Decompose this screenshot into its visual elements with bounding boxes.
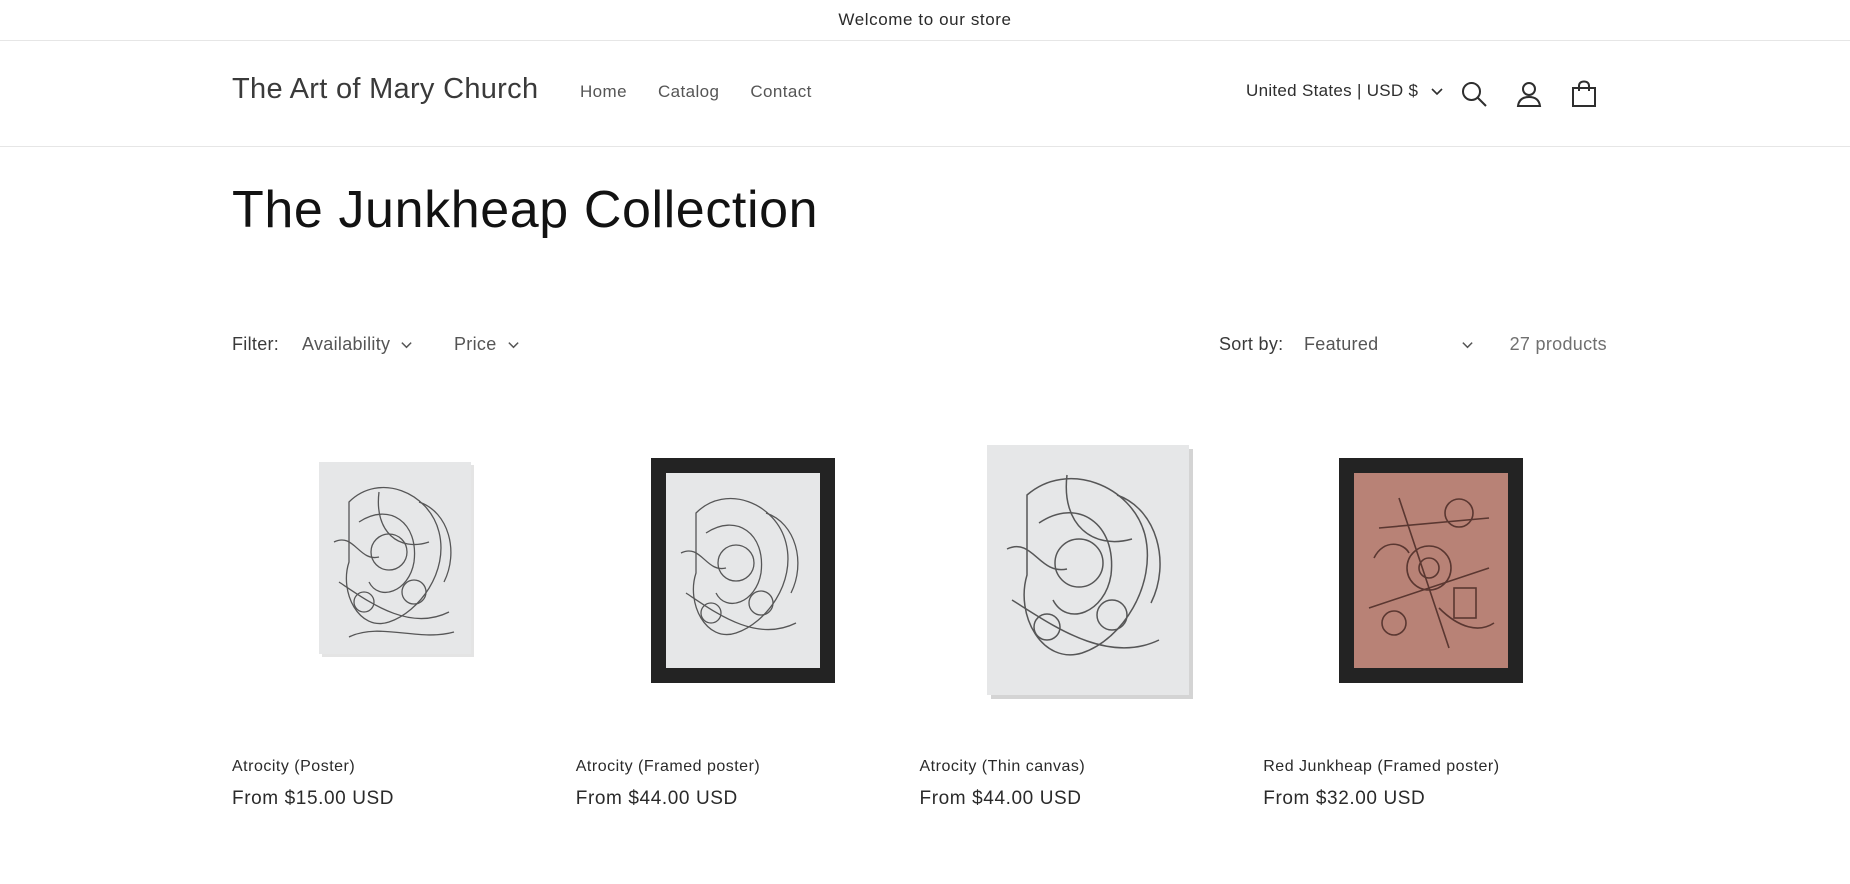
red-framed-artwork	[1339, 458, 1524, 683]
announcement-text: Welcome to our store	[838, 10, 1012, 29]
product-price: From $44.00 USD	[919, 788, 1082, 809]
product-card[interactable]: Atrocity (Framed poster) From $44.00 USD	[576, 412, 920, 810]
sort-label: Sort by:	[1219, 334, 1284, 354]
nav-contact[interactable]: Contact	[750, 82, 811, 102]
product-grid: Atrocity (Poster) From $15.00 USD Atroci…	[232, 412, 1607, 810]
chevron-down-icon	[1431, 88, 1443, 96]
product-image[interactable]	[576, 412, 896, 732]
product-card[interactable]: Red Junkheap (Framed poster) From $32.00…	[1263, 412, 1607, 810]
product-count: 27 products	[1509, 334, 1607, 354]
product-image[interactable]	[1263, 412, 1583, 732]
product-image[interactable]	[920, 412, 1240, 732]
site-header: The Art of Mary Church Home Catalog Cont…	[0, 41, 1850, 147]
cart-icon[interactable]	[1569, 79, 1599, 109]
product-price: From $32.00 USD	[1263, 788, 1426, 809]
main-nav: Home Catalog Contact	[580, 82, 843, 102]
chevron-down-icon	[507, 342, 519, 349]
product-title[interactable]: Atrocity (Thin canvas)	[920, 758, 1264, 776]
sort-select[interactable]: Featured	[1304, 334, 1474, 355]
search-icon[interactable]	[1459, 79, 1489, 109]
filter-label: Filter:	[232, 334, 280, 354]
announcement-bar: Welcome to our store	[0, 0, 1850, 41]
country-label: United States | USD $	[1246, 81, 1419, 100]
product-price: From $44.00 USD	[575, 788, 738, 809]
product-image[interactable]	[232, 412, 552, 732]
product-title[interactable]: Red Junkheap (Framed poster)	[1263, 758, 1607, 776]
filter-availability[interactable]: Availability	[302, 334, 413, 355]
product-card[interactable]: Atrocity (Poster) From $15.00 USD	[232, 412, 576, 810]
nav-home[interactable]: Home	[580, 82, 627, 102]
account-icon[interactable]	[1514, 79, 1544, 109]
product-card[interactable]: Atrocity (Thin canvas) From $44.00 USD	[920, 412, 1264, 810]
poster-artwork	[319, 462, 474, 657]
filter-price-label: Price	[454, 334, 497, 354]
product-title[interactable]: Atrocity (Poster)	[232, 758, 576, 776]
nav-catalog[interactable]: Catalog	[658, 82, 719, 102]
filter-availability-label: Availability	[302, 334, 391, 354]
sort-value: Featured	[1304, 334, 1379, 354]
filter-bar: Filter: Availability Price Sort by: Feat…	[232, 332, 1607, 358]
product-title[interactable]: Atrocity (Framed poster)	[576, 758, 920, 776]
canvas-artwork	[986, 445, 1193, 699]
product-price: From $15.00 USD	[232, 788, 395, 809]
page-title: The Junkheap Collection	[232, 181, 819, 239]
country-selector[interactable]: United States | USD $	[1246, 81, 1444, 101]
chevron-down-icon	[1462, 342, 1473, 349]
filter-price[interactable]: Price	[454, 334, 520, 355]
framed-poster-artwork	[650, 458, 835, 683]
chevron-down-icon	[401, 342, 412, 349]
store-logo[interactable]: The Art of Mary Church	[232, 73, 538, 106]
